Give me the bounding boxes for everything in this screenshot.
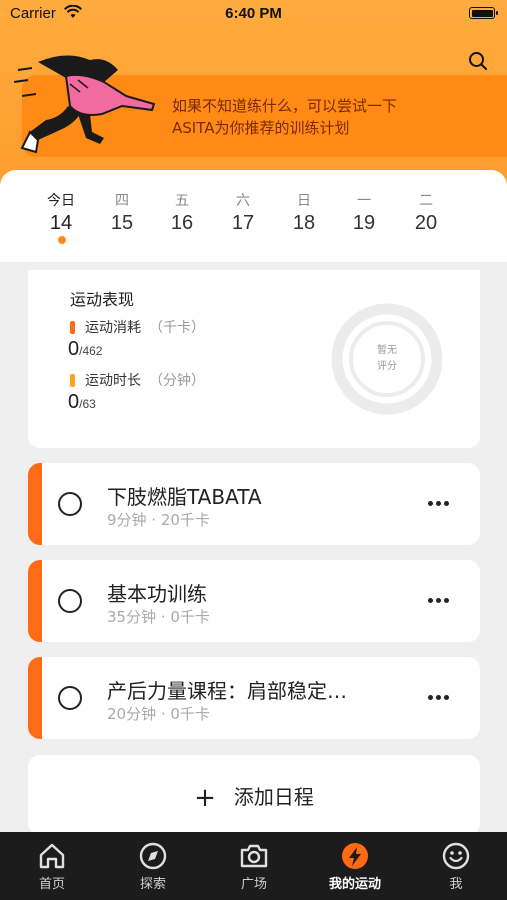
tab-me[interactable]: 我 — [411, 842, 501, 892]
calendar-day-16[interactable]: 五 16 — [160, 190, 204, 235]
duration-label: 运动时长 （分钟） — [70, 370, 205, 390]
weekday-label: 日 — [297, 193, 311, 209]
calories-bar-icon — [70, 321, 75, 334]
calendar-day-15[interactable]: 四 15 — [100, 190, 144, 235]
score-line-1: 暂无 — [377, 345, 397, 356]
workout-card[interactable]: 产后力量课程：肩部稳定… 20分钟 · 0千卡 — [28, 657, 480, 739]
runner-illustration — [13, 55, 156, 154]
performance-card: 运动表现 运动消耗 （千卡） 0/462 运动时长 （分钟） 0/63 暂无 评分 — [28, 270, 480, 448]
battery-icon — [469, 7, 498, 19]
tab-bar: 首页 探索 广场 我的运动 我 — [0, 832, 507, 900]
calories-unit: （千卡） — [149, 320, 205, 336]
compass-icon — [139, 842, 167, 870]
tab-me-label: 我 — [449, 877, 463, 892]
tab-my-workout-label: 我的运动 — [328, 877, 381, 892]
banner-text: 如果不知道练什么，可以尝试一下 ASITA为你推荐的训练计划 — [172, 95, 397, 139]
workout-meta: 35分钟 · 0千卡 — [107, 608, 210, 626]
workout-meta: 20分钟 · 0千卡 — [107, 705, 210, 723]
weekday-label: 五 — [175, 193, 189, 209]
calendar-day-19[interactable]: 一 19 — [342, 190, 386, 235]
workout-accent-bar — [28, 463, 42, 545]
complete-checkbox[interactable] — [58, 589, 82, 613]
date-number: 14 — [49, 212, 73, 234]
date-number: 16 — [170, 212, 194, 234]
today-indicator-dot — [58, 236, 66, 244]
more-icon[interactable] — [428, 695, 450, 701]
score-placeholder: 暂无 评分 — [331, 343, 443, 375]
weekday-label: 一 — [357, 193, 371, 209]
date-number: 19 — [352, 212, 376, 234]
complete-checkbox[interactable] — [58, 686, 82, 710]
add-schedule-content: + 添加日程 — [28, 781, 480, 813]
duration-goal: /63 — [79, 397, 96, 411]
weekday-label: 四 — [115, 193, 129, 209]
date-number: 20 — [414, 212, 438, 234]
lightning-icon — [342, 843, 368, 869]
calories-value: 0/462 — [68, 338, 102, 361]
tab-explore[interactable]: 探索 — [108, 842, 198, 892]
tab-home-label: 首页 — [38, 877, 65, 892]
workout-accent-bar — [28, 560, 42, 642]
calendar-day-17[interactable]: 六 17 — [221, 190, 265, 235]
workout-card[interactable]: 下肢燃脂TABATA 9分钟 · 20千卡 — [28, 463, 480, 545]
workout-meta: 9分钟 · 20千卡 — [107, 511, 210, 529]
banner-line-2: ASITA为你推荐的训练计划 — [172, 119, 350, 137]
tab-my-workout[interactable]: 我的运动 — [310, 842, 400, 892]
performance-title: 运动表现 — [70, 290, 135, 309]
workout-name: 产后力量课程：肩部稳定… — [107, 679, 347, 703]
workout-name: 下肢燃脂TABATA — [107, 485, 262, 509]
workout-name: 基本功训练 — [107, 582, 207, 606]
search-icon[interactable] — [467, 50, 489, 72]
more-icon[interactable] — [428, 501, 450, 507]
duration-current: 0 — [68, 391, 80, 413]
tab-explore-label: 探索 — [139, 877, 166, 892]
calendar-day-14[interactable]: 今日 14 — [39, 190, 83, 235]
tab-square[interactable]: 广场 — [209, 842, 299, 892]
date-number: 17 — [231, 212, 255, 234]
camera-icon — [240, 844, 268, 868]
smiley-icon — [442, 842, 470, 870]
calories-label-text: 运动消耗 — [85, 320, 141, 336]
calories-goal: /462 — [79, 344, 103, 358]
clock: 6:40 PM — [225, 5, 282, 22]
calories-current: 0 — [68, 338, 80, 360]
weekday-label: 今日 — [47, 193, 75, 209]
date-number: 18 — [292, 212, 316, 234]
tab-square-label: 广场 — [240, 877, 267, 892]
weekday-label: 六 — [236, 193, 250, 209]
week-calendar: 今日 14 四 15 五 16 六 17 日 18 一 19 二 20 — [0, 170, 507, 262]
weekday-label: 二 — [419, 193, 433, 209]
workout-card[interactable]: 基本功训练 35分钟 · 0千卡 — [28, 560, 480, 642]
duration-bar-icon — [70, 374, 75, 387]
score-line-2: 评分 — [377, 361, 397, 372]
more-icon[interactable] — [428, 598, 450, 604]
calendar-day-20[interactable]: 二 20 — [404, 190, 448, 235]
duration-value: 0/63 — [68, 391, 96, 414]
calendar-day-18[interactable]: 日 18 — [282, 190, 326, 235]
calories-label: 运动消耗 （千卡） — [70, 317, 205, 337]
plus-icon: + — [194, 783, 216, 813]
tab-home[interactable]: 首页 — [7, 842, 97, 892]
duration-unit: （分钟） — [149, 373, 205, 389]
date-number: 15 — [110, 212, 134, 234]
duration-label-text: 运动时长 — [85, 373, 141, 389]
add-schedule-button[interactable]: + 添加日程 — [28, 755, 480, 835]
status-bar: Carrier 6:40 PM — [0, 0, 507, 30]
workout-accent-bar — [28, 657, 42, 739]
banner-line-1: 如果不知道练什么，可以尝试一下 — [172, 97, 398, 115]
add-schedule-label: 添加日程 — [233, 785, 314, 809]
complete-checkbox[interactable] — [58, 492, 82, 516]
home-icon — [39, 843, 65, 869]
